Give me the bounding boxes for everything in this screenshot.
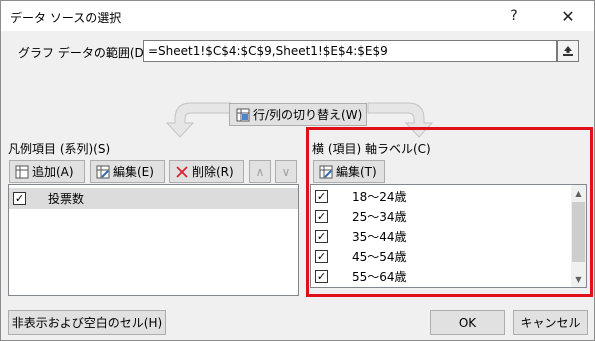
data-range-label: グラフ データの範囲(D): <box>18 46 153 60</box>
hidden-empty-cells-button[interactable]: 非表示および空白のセル(H) <box>8 310 166 335</box>
add-series-label: 追加(A) <box>32 165 74 179</box>
move-down-button[interactable]: ∨ <box>275 160 297 183</box>
scroll-thumb[interactable] <box>572 202 585 262</box>
add-series-button[interactable]: 追加(A) <box>9 160 85 183</box>
edit-icon <box>319 165 333 178</box>
axis-labels-scrollbar[interactable]: ▲ ▼ <box>571 185 586 287</box>
legend-entries-label: 凡例項目 (系列)(S) <box>8 142 111 156</box>
axis-label-text: 55～64歳 <box>352 270 407 284</box>
scroll-down-icon[interactable]: ▼ <box>571 271 586 287</box>
axis-label-item[interactable]: ✓ 25～34歳 <box>311 206 573 227</box>
close-button[interactable]: ✕ <box>546 1 590 31</box>
axis-label-checkbox[interactable]: ✓ <box>315 190 328 203</box>
axis-label-checkbox[interactable]: ✓ <box>315 210 328 223</box>
edit-series-button[interactable]: 編集(E) <box>90 160 165 183</box>
axis-label-checkbox[interactable]: ✓ <box>315 230 328 243</box>
title-bar: データ ソースの選択 ? ✕ <box>1 1 594 31</box>
axis-label-checkbox[interactable]: ✓ <box>315 270 328 283</box>
select-data-source-dialog: データ ソースの選択 ? ✕ グラフ データの範囲(D): =Sheet1!$C… <box>0 0 595 341</box>
range-select-button[interactable] <box>557 40 579 62</box>
axis-label-item[interactable]: ✓ 35～44歳 <box>311 226 573 247</box>
switch-row-column-label: 行/列の切り替え(W) <box>253 108 363 122</box>
ok-button[interactable]: OK <box>430 310 505 335</box>
series-list-item[interactable]: ✓ 投票数 <box>9 188 298 209</box>
axis-labels-label: 横 (項目) 軸ラベル(C) <box>312 142 431 156</box>
add-icon <box>15 165 29 178</box>
axis-label-text: 45～54歳 <box>352 250 407 264</box>
move-up-button[interactable]: ∧ <box>249 160 271 183</box>
axis-labels-list[interactable]: ✓ 18～24歳 ✓ 25～34歳 ✓ 35～44歳 ✓ 45～54歳 ✓ 55… <box>310 184 587 288</box>
series-checkbox[interactable]: ✓ <box>13 192 26 205</box>
remove-icon <box>176 165 188 178</box>
axis-label-item[interactable]: ✓ 45～54歳 <box>311 246 573 267</box>
axis-label-checkbox[interactable]: ✓ <box>315 250 328 263</box>
data-range-input[interactable]: =Sheet1!$C$4:$C$9,Sheet1!$E$4:$E$9 <box>143 40 557 62</box>
axis-label-text: 18～24歳 <box>352 190 407 204</box>
axis-label-item[interactable]: ✓ 18～24歳 <box>311 186 573 207</box>
edit-icon <box>96 165 110 178</box>
cancel-button[interactable]: キャンセル <box>513 310 588 335</box>
axis-label-text: 35～44歳 <box>352 230 407 244</box>
edit-axis-labels-label: 編集(T) <box>336 165 377 179</box>
help-button[interactable]: ? <box>492 1 536 31</box>
switch-left-arrow <box>165 102 232 138</box>
series-list[interactable]: ✓ 投票数 <box>8 184 299 296</box>
remove-series-button[interactable]: 削除(R) <box>169 160 244 183</box>
axis-label-item[interactable]: ✓ 55～64歳 <box>311 266 573 287</box>
edit-axis-labels-button[interactable]: 編集(T) <box>313 160 385 183</box>
edit-series-label: 編集(E) <box>113 165 154 179</box>
range-select-icon <box>563 46 573 56</box>
switch-row-column-button[interactable]: 行/列の切り替え(W) <box>229 103 367 126</box>
axis-label-text: 25～34歳 <box>352 210 407 224</box>
series-name: 投票数 <box>48 192 85 206</box>
switch-right-arrow <box>367 102 434 138</box>
scroll-up-icon[interactable]: ▲ <box>571 185 586 201</box>
remove-series-label: 削除(R) <box>192 165 234 179</box>
switch-row-column-icon <box>236 108 250 121</box>
dialog-title: データ ソースの選択 <box>10 11 122 25</box>
